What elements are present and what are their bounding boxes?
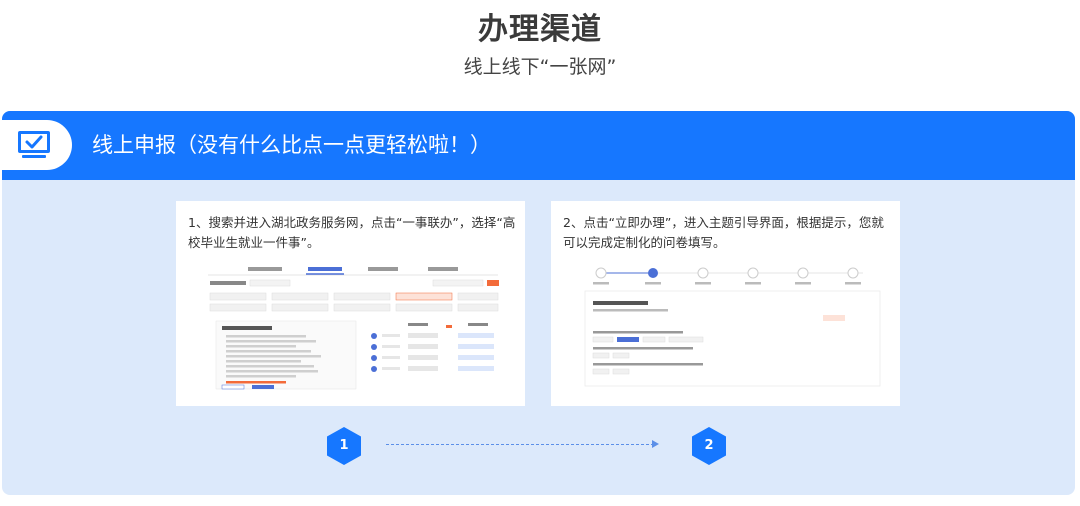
page: 办理渠道 线上线下“一张网” 线上申报（没有什么比点一点更轻松啦！） 1、搜索并… xyxy=(0,0,1080,506)
step-1-marker: 1 xyxy=(326,426,362,466)
online-banner: 线上申报（没有什么比点一点更轻松啦！） xyxy=(2,111,1075,180)
banner-badge xyxy=(2,120,72,170)
step-2-screenshot xyxy=(563,261,888,397)
page-title: 办理渠道 xyxy=(478,12,602,47)
step-1-text: 1、搜索并进入湖北政务服务网，点击“一事联办”，选择“高校毕业生就业一件事”。 xyxy=(188,215,516,250)
arrow-right-icon xyxy=(652,440,659,448)
page-subtitle: 线上线下“一张网” xyxy=(463,56,617,78)
step-1-screenshot xyxy=(188,261,513,397)
monitor-check-icon xyxy=(18,131,50,158)
step-2-marker: 2 xyxy=(691,426,727,466)
step-2-number: 2 xyxy=(704,438,714,453)
online-channel-panel: 线上申报（没有什么比点一点更轻松啦！） 1、搜索并进入湖北政务服务网，点击“一事… xyxy=(2,111,1075,495)
step-connector-line xyxy=(386,444,654,445)
step-card-1: 1、搜索并进入湖北政务服务网，点击“一事联办”，选择“高校毕业生就业一件事”。 xyxy=(176,201,525,406)
step-1-number: 1 xyxy=(339,438,349,453)
step-2-text: 2、点击“立即办理”，进入主题引导界面，根据提示，您就可以完成定制化的问卷填写。 xyxy=(563,215,884,250)
step-card-2: 2、点击“立即办理”，进入主题引导界面，根据提示，您就可以完成定制化的问卷填写。 xyxy=(551,201,900,406)
banner-text: 线上申报（没有什么比点一点更轻松啦！） xyxy=(92,133,491,157)
